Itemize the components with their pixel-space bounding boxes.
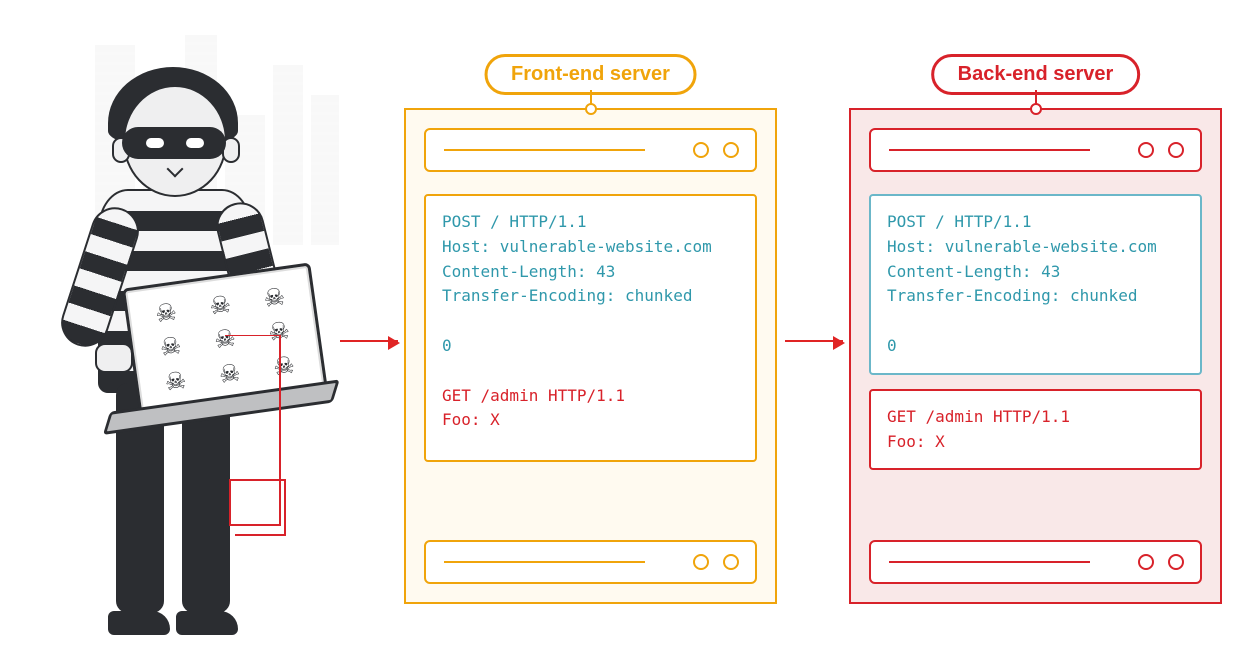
- server-slot: [424, 540, 757, 584]
- attacker-laptop: ☠☠☠ ☠☠☠ ☠☠☠: [122, 262, 328, 417]
- backend-label: Back-end server: [931, 54, 1141, 95]
- skull-icon: ☠☠☠ ☠☠☠ ☠☠☠: [137, 277, 314, 403]
- server-slot: [869, 128, 1202, 172]
- backend-parsed-first: POST / HTTP/1.1 Host: vulnerable-website…: [869, 194, 1202, 375]
- backend-parsed-second: GET /admin HTTP/1.1 Foo: X: [869, 389, 1202, 471]
- arrow-attacker-to-frontend: [340, 340, 398, 342]
- request-body-normal: POST / HTTP/1.1 Host: vulnerable-website…: [442, 212, 712, 355]
- attacker: ☠☠☠ ☠☠☠ ☠☠☠: [15, 5, 355, 655]
- request-body-smuggled: GET /admin HTTP/1.1 Foo: X: [442, 386, 625, 430]
- frontend-server: Front-end server POST / HTTP/1.1 Host: v…: [404, 108, 777, 604]
- backend-server: Back-end server POST / HTTP/1.1 Host: vu…: [849, 108, 1222, 604]
- diagram: ☠☠☠ ☠☠☠ ☠☠☠ Front-end server POST / HTTP…: [0, 0, 1238, 668]
- frontend-request: POST / HTTP/1.1 Host: vulnerable-website…: [424, 194, 757, 462]
- server-slot: [424, 128, 757, 172]
- server-slot: [869, 540, 1202, 584]
- arrow-frontend-to-backend: [785, 340, 843, 342]
- frontend-label: Front-end server: [484, 54, 697, 95]
- hacker-figure: ☠☠☠ ☠☠☠ ☠☠☠: [50, 85, 310, 645]
